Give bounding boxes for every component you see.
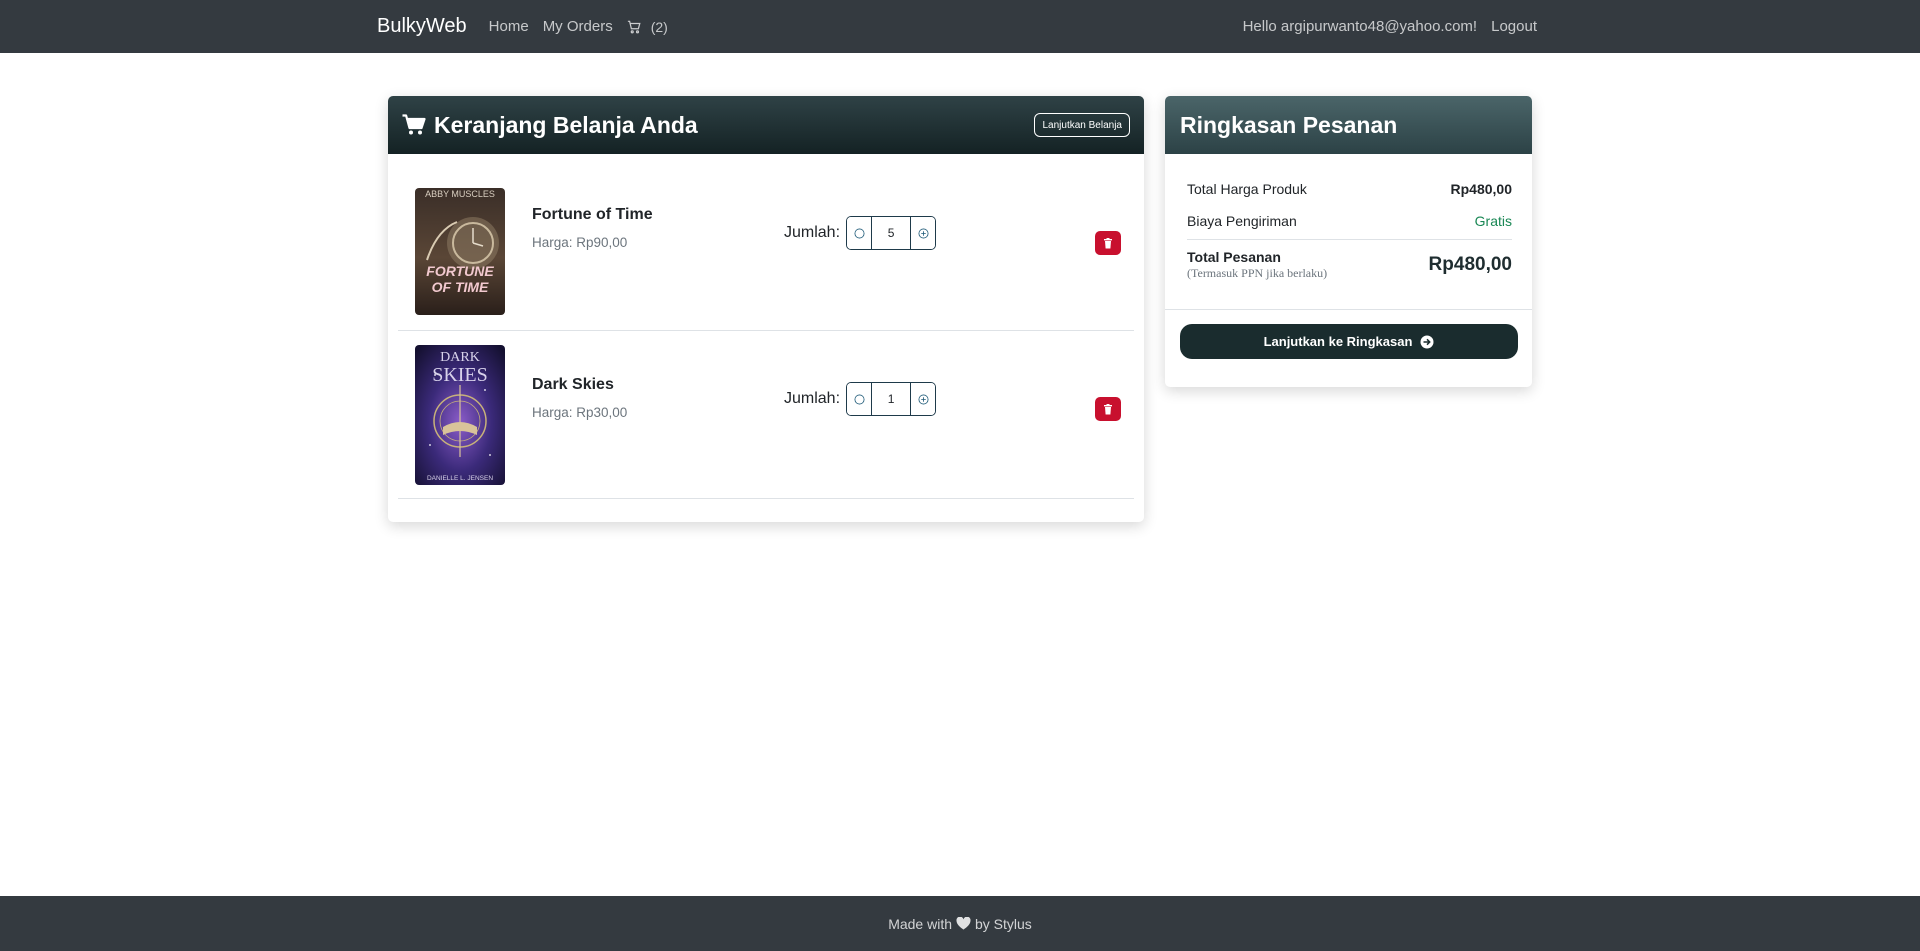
arrow-right-circle-icon (1420, 335, 1434, 348)
cart-title: Keranjang Belanja Anda (434, 111, 698, 138)
trash-icon (1104, 403, 1112, 414)
cart-header: Keranjang Belanja Anda Lanjutkan Belanja (388, 96, 1144, 154)
product-total-row: Total Harga Produk Rp480,00 (1187, 181, 1512, 197)
footer-by[interactable]: by Stylus (975, 916, 1032, 932)
decrease-quantity-button[interactable] (847, 383, 873, 415)
circle-plus-icon (918, 228, 929, 238)
quantity-label: Jumlah: (784, 390, 841, 407)
product-total-value: Rp480,00 (1450, 181, 1512, 197)
trash-icon (1104, 237, 1112, 248)
circle-minus-icon (854, 394, 865, 404)
quantity-input[interactable] (872, 383, 911, 415)
shipping-label: Biaya Pengiriman (1187, 213, 1297, 229)
cart-item: ABBY MUSCLES FORTUNE OF TIME Fortune of … (398, 154, 1134, 331)
product-total-label: Total Harga Produk (1187, 181, 1307, 197)
book-cover-image: ABBY MUSCLES FORTUNE OF TIME (415, 188, 505, 315)
cart-count: (2) (650, 18, 668, 35)
cover-author: DANIELLE L. JENSEN (427, 475, 493, 482)
user-greeting[interactable]: Hello argipurwanto48@yahoo.com! (1243, 18, 1478, 35)
proceed-label: Lanjutkan ke Ringkasan (1263, 334, 1413, 349)
summary-header: Ringkasan Pesanan (1165, 96, 1532, 154)
cover-title-line2: SKIES (432, 364, 488, 386)
summary-title: Ringkasan Pesanan (1180, 111, 1398, 138)
navbar: BulkyWeb Home My Orders (2) Hello argipu… (0, 0, 1920, 53)
navbar-inner: BulkyWeb Home My Orders (2) Hello argipu… (377, 0, 1537, 53)
increase-quantity-button[interactable] (910, 383, 936, 415)
item-title: Dark Skies (532, 376, 614, 393)
decrease-quantity-button[interactable] (847, 217, 873, 249)
order-total-row: Total Pesanan (Termasuk PPN jika berlaku… (1165, 249, 1532, 310)
shipping-row: Biaya Pengiriman Gratis (1187, 213, 1512, 240)
order-total-note: (Termasuk PPN jika berlaku) (1187, 266, 1328, 280)
book-cover-image: DARK SKIES DANIELLE L. JENSEN (415, 345, 505, 485)
quantity-stepper (846, 216, 937, 250)
cart-item: DARK SKIES DANIELLE L. JENSEN Dark Skies… (398, 331, 1134, 499)
quantity-label: Jumlah: (784, 224, 841, 241)
nav-cart-link[interactable]: (2) (627, 19, 668, 35)
shopping-cart-icon (402, 114, 426, 136)
cover-title-line2: OF TIME (432, 279, 489, 295)
heart-icon (956, 917, 971, 930)
item-price: Harga: Rp30,00 (532, 405, 628, 420)
shipping-value: Gratis (1474, 213, 1512, 229)
item-price: Harga: Rp90,00 (532, 235, 628, 250)
navbar-right: Hello argipurwanto48@yahoo.com! Logout (1243, 18, 1537, 35)
proceed-to-summary-button[interactable]: Lanjutkan ke Ringkasan (1180, 324, 1518, 359)
order-total-value: Rp480,00 (1428, 254, 1512, 275)
cover-title-line1: FORTUNE (426, 263, 494, 279)
quantity-control: Jumlah: (784, 216, 937, 250)
shopping-cart-icon (627, 20, 641, 33)
delete-item-button[interactable] (1095, 397, 1121, 421)
cart-items: ABBY MUSCLES FORTUNE OF TIME Fortune of … (388, 154, 1144, 499)
increase-quantity-button[interactable] (910, 217, 936, 249)
footer: Made with by Stylus (0, 896, 1920, 951)
circle-plus-icon (918, 394, 929, 404)
nav-home-link[interactable]: Home (489, 18, 529, 35)
footer-made-with: Made with (888, 915, 952, 932)
quantity-input[interactable] (872, 217, 911, 249)
order-total-label-group: Total Pesanan (Termasuk PPN jika berlaku… (1187, 249, 1327, 281)
order-total-label: Total Pesanan (1187, 249, 1281, 265)
brand-link[interactable]: BulkyWeb (377, 15, 467, 38)
logout-link[interactable]: Logout (1491, 18, 1537, 35)
order-summary-card: Ringkasan Pesanan Total Harga Produk Rp4… (1165, 96, 1532, 387)
item-title: Fortune of Time (532, 206, 653, 223)
circle-minus-icon (854, 228, 865, 238)
delete-item-button[interactable] (1095, 231, 1121, 255)
quantity-stepper (846, 382, 937, 416)
cover-title-line1: DARK (440, 350, 480, 365)
continue-shopping-button[interactable]: Lanjutkan Belanja (1034, 113, 1130, 137)
nav-my-orders-link[interactable]: My Orders (543, 18, 613, 35)
cover-author: ABBY MUSCLES (425, 189, 495, 199)
cart-card: Keranjang Belanja Anda Lanjutkan Belanja (388, 96, 1144, 522)
quantity-control: Jumlah: (784, 382, 937, 416)
summary-body: Total Harga Produk Rp480,00 Biaya Pengir… (1165, 181, 1532, 359)
